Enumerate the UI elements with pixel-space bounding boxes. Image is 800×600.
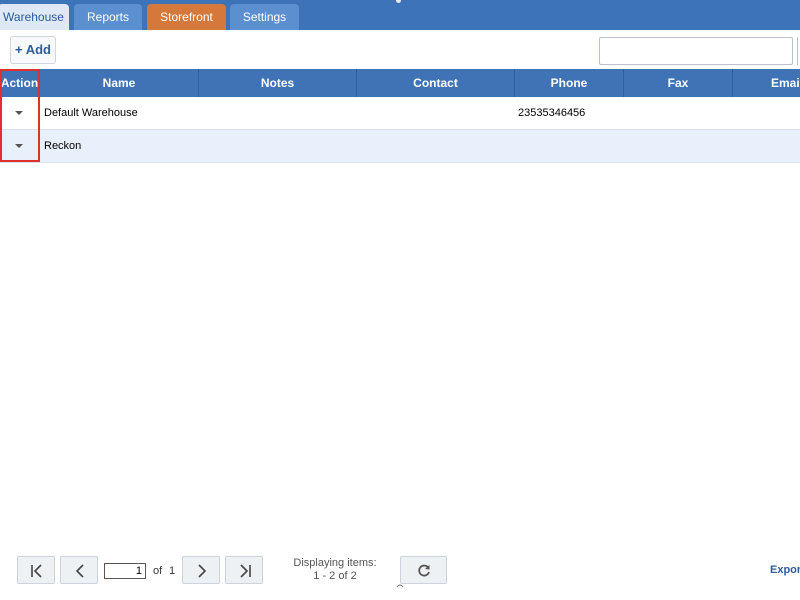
caret-down-icon [15,111,23,115]
add-button[interactable]: + Add [10,36,56,64]
export-button[interactable]: Expor [770,564,800,576]
cell-phone: 23535346456 [518,107,586,119]
cell-contact [361,97,511,130]
of-label: of [153,565,163,577]
tab-warehouse[interactable]: Warehouse [0,4,69,30]
tab-settings[interactable]: Settings [230,4,299,30]
column-header-phone[interactable]: Phone [515,69,624,97]
display-info-label: Displaying items: [293,557,377,569]
tab-bar: Warehouse Reports Storefront Settings [0,0,800,30]
toolbar: + Add [0,30,800,69]
column-header-name[interactable]: Name [40,69,199,97]
cell-notes [203,97,353,130]
first-page-button[interactable] [17,556,55,584]
table-row[interactable]: Default Warehouse 23535346456 [0,97,800,130]
last-page-icon [240,564,251,578]
cell-notes [203,130,353,163]
paging-toolbar: of 1 Displaying items: 1 - 2 of 2 Expor [0,552,800,592]
display-info: Displaying items: 1 - 2 of 2 [285,557,385,583]
cell-email [737,97,797,130]
last-page-button[interactable] [225,556,263,584]
cell-fax [628,130,732,163]
refresh-icon [418,564,430,577]
column-header-action[interactable]: Action [0,69,40,97]
next-page-button[interactable] [182,556,220,584]
page-number-input[interactable] [104,563,146,579]
table-row[interactable]: Reckon [0,130,800,163]
row-action-button[interactable] [0,97,39,130]
tab-bar-notch [396,0,401,3]
column-header-fax[interactable]: Fax [624,69,733,97]
prev-page-icon [75,564,84,578]
refresh-button[interactable] [400,556,447,584]
search-input[interactable] [599,37,793,65]
cell-fax [628,97,732,130]
column-header-notes[interactable]: Notes [199,69,357,97]
caret-down-icon [15,144,23,148]
total-pages: 1 [169,565,176,577]
row-action-button[interactable] [0,130,39,163]
cell-name: Default Warehouse [44,107,138,119]
column-header-contact[interactable]: Contact [357,69,515,97]
tab-storefront[interactable]: Storefront [147,4,226,30]
grid-header: Action Name Notes Contact Phone Fax Emai… [0,69,800,97]
first-page-icon [31,564,42,578]
resize-handle-icon [396,584,404,588]
tab-reports[interactable]: Reports [74,4,142,30]
cell-phone [518,130,622,163]
display-info-range: 1 - 2 of 2 [313,570,357,582]
cell-contact [361,130,511,163]
cell-name: Reckon [44,140,82,152]
column-header-email[interactable]: Email [733,69,800,97]
next-page-icon [198,564,207,578]
cell-email [737,130,797,163]
prev-page-button[interactable] [60,556,98,584]
